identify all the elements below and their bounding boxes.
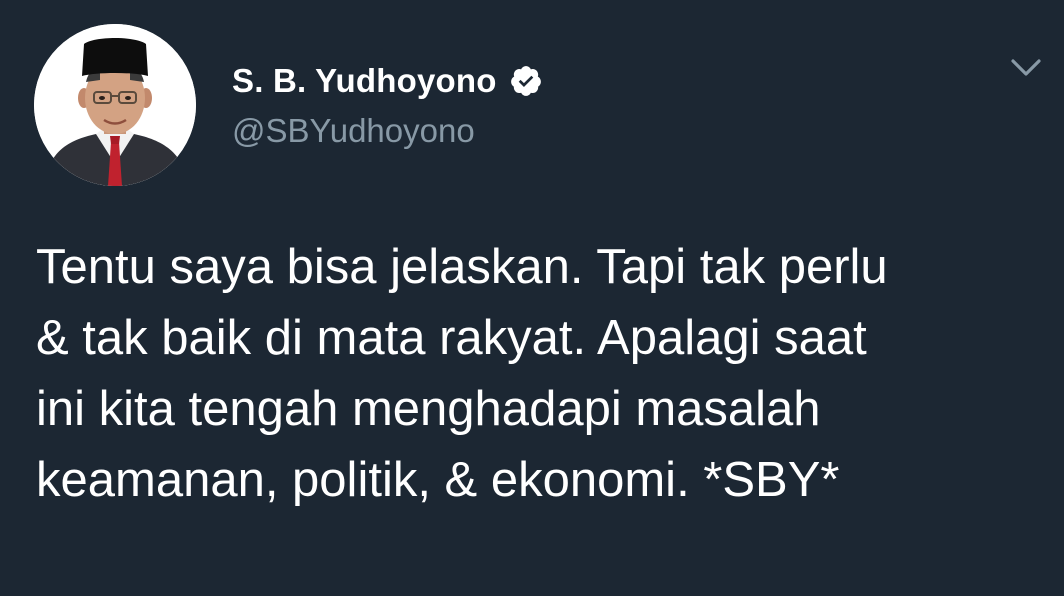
author-name-row[interactable]: S. B. Yudhoyono bbox=[232, 58, 543, 104]
verified-badge-icon bbox=[509, 64, 543, 98]
tweet-text-line: keamanan, politik, & ekonomi. *SBY* bbox=[36, 453, 840, 507]
user-handle[interactable]: @SBYudhoyono bbox=[232, 112, 475, 150]
avatar[interactable] bbox=[34, 24, 196, 186]
tweet-text-line: ini kita tengah menghadapi masalah bbox=[36, 382, 821, 436]
profile-photo bbox=[34, 24, 196, 186]
display-name[interactable]: S. B. Yudhoyono bbox=[232, 62, 497, 100]
tweet-card: S. B. Yudhoyono @SBYudhoyono Tentu saya … bbox=[0, 0, 1064, 596]
tweet-text-line: & tak baik di mata rakyat. Apalagi saat bbox=[36, 311, 867, 365]
tweet-text-line: Tentu saya bisa jelaskan. Tapi tak perlu bbox=[36, 240, 888, 294]
chevron-down-icon[interactable] bbox=[1006, 52, 1046, 84]
tweet-text: Tentu saya bisa jelaskan. Tapi tak perlu… bbox=[36, 232, 1046, 516]
